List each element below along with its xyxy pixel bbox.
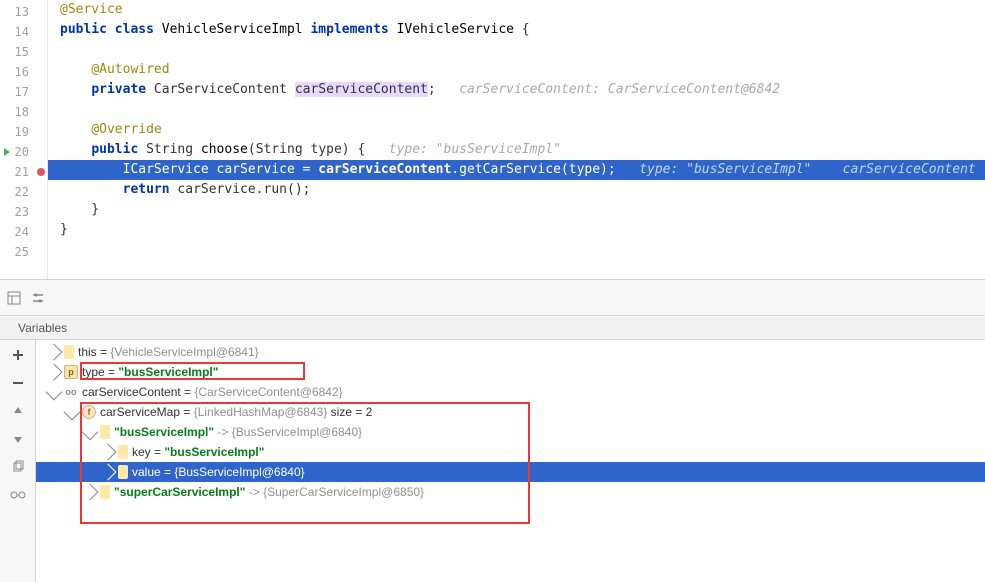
variable-text: carServiceMap = {LinkedHashMap@6843} siz…: [100, 402, 372, 422]
code-line[interactable]: @Autowired: [48, 60, 985, 80]
settings-icon[interactable]: [30, 290, 46, 306]
add-watch-icon[interactable]: [9, 346, 27, 364]
code-line[interactable]: @Override: [48, 120, 985, 140]
code-line[interactable]: @Service: [48, 0, 985, 20]
code-line[interactable]: [48, 40, 985, 60]
line-number[interactable]: 24: [0, 222, 47, 242]
gutter: 13141516171819202122232425: [0, 0, 48, 279]
line-number[interactable]: 19: [0, 122, 47, 142]
code-line[interactable]: ICarService carService = carServiceConte…: [48, 160, 985, 180]
debug-panel: Variables this = {VehicleServiceImpl@684…: [0, 316, 985, 582]
variable-row[interactable]: this = {VehicleServiceImpl@6841}: [36, 342, 985, 362]
line-number[interactable]: 20: [0, 142, 47, 162]
chevron-down-icon[interactable]: [46, 384, 63, 401]
object-icon: oo: [64, 385, 78, 399]
line-number[interactable]: 23: [0, 202, 47, 222]
variable-row[interactable]: value = {BusServiceImpl@6840}: [36, 462, 985, 482]
code-line[interactable]: }: [48, 220, 985, 240]
chevron-right-icon[interactable]: [46, 364, 63, 381]
variable-text: value = {BusServiceImpl@6840}: [132, 462, 305, 482]
variables-header: Variables: [0, 316, 985, 340]
debug-toolbar: [0, 280, 985, 316]
code-line[interactable]: [48, 240, 985, 260]
variable-text: type = "busServiceImpl": [82, 362, 218, 382]
panel-title: Variables: [18, 321, 67, 335]
variable-row[interactable]: "superCarServiceImpl" -> {SuperCarServic…: [36, 482, 985, 502]
line-number[interactable]: 22: [0, 182, 47, 202]
code-line[interactable]: [48, 100, 985, 120]
line-number[interactable]: 25: [0, 242, 47, 262]
code-line[interactable]: private CarServiceContent carServiceCont…: [48, 80, 985, 100]
variable-row[interactable]: key = "busServiceImpl": [36, 442, 985, 462]
debug-side-toolbar: [0, 340, 36, 582]
variable-text: this = {VehicleServiceImpl@6841}: [78, 342, 259, 362]
entry-icon: [118, 445, 128, 459]
field-icon: f: [82, 405, 96, 419]
remove-watch-icon[interactable]: [9, 374, 27, 392]
entry-icon: [100, 485, 110, 499]
line-number[interactable]: 17: [0, 82, 47, 102]
down-icon[interactable]: [9, 430, 27, 448]
code-line[interactable]: return carService.run();: [48, 180, 985, 200]
variable-text: carServiceContent = {CarServiceContent@6…: [82, 382, 343, 402]
code-line[interactable]: }: [48, 200, 985, 220]
layout-icon[interactable]: [6, 290, 22, 306]
chevron-down-icon[interactable]: [64, 404, 81, 421]
code-line[interactable]: public class VehicleServiceImpl implemen…: [48, 20, 985, 40]
variables-tree[interactable]: this = {VehicleServiceImpl@6841}p type = …: [36, 340, 985, 582]
code-line[interactable]: public String choose(String type) { type…: [48, 140, 985, 160]
variable-text: key = "busServiceImpl": [132, 442, 264, 462]
variable-row[interactable]: "busServiceImpl" -> {BusServiceImpl@6840…: [36, 422, 985, 442]
variable-row[interactable]: oo carServiceContent = {CarServiceContent…: [36, 382, 985, 402]
line-number[interactable]: 21: [0, 162, 47, 182]
up-icon[interactable]: [9, 402, 27, 420]
variable-text: "busServiceImpl" -> {BusServiceImpl@6840…: [114, 422, 362, 442]
chevron-right-icon[interactable]: [100, 444, 117, 461]
line-number[interactable]: 15: [0, 42, 47, 62]
line-number[interactable]: 18: [0, 102, 47, 122]
line-number[interactable]: 14: [0, 22, 47, 42]
chevron-right-icon[interactable]: [82, 484, 99, 501]
variable-row[interactable]: p type = "busServiceImpl": [36, 362, 985, 382]
line-number[interactable]: 16: [0, 62, 47, 82]
param-icon: p: [64, 365, 78, 379]
variable-row[interactable]: f carServiceMap = {LinkedHashMap@6843} si…: [36, 402, 985, 422]
code-area[interactable]: @Servicepublic class VehicleServiceImpl …: [48, 0, 985, 279]
entry-icon: [118, 465, 128, 479]
chevron-right-icon[interactable]: [100, 464, 117, 481]
glasses-icon[interactable]: [9, 486, 27, 504]
copy-icon[interactable]: [9, 458, 27, 476]
entry-icon: [64, 345, 74, 359]
entry-icon: [100, 425, 110, 439]
chevron-right-icon[interactable]: [46, 344, 63, 361]
chevron-down-icon[interactable]: [82, 424, 99, 441]
variable-text: "superCarServiceImpl" -> {SuperCarServic…: [114, 482, 424, 502]
code-editor[interactable]: 13141516171819202122232425 @Servicepubli…: [0, 0, 985, 280]
line-number[interactable]: 13: [0, 2, 47, 22]
